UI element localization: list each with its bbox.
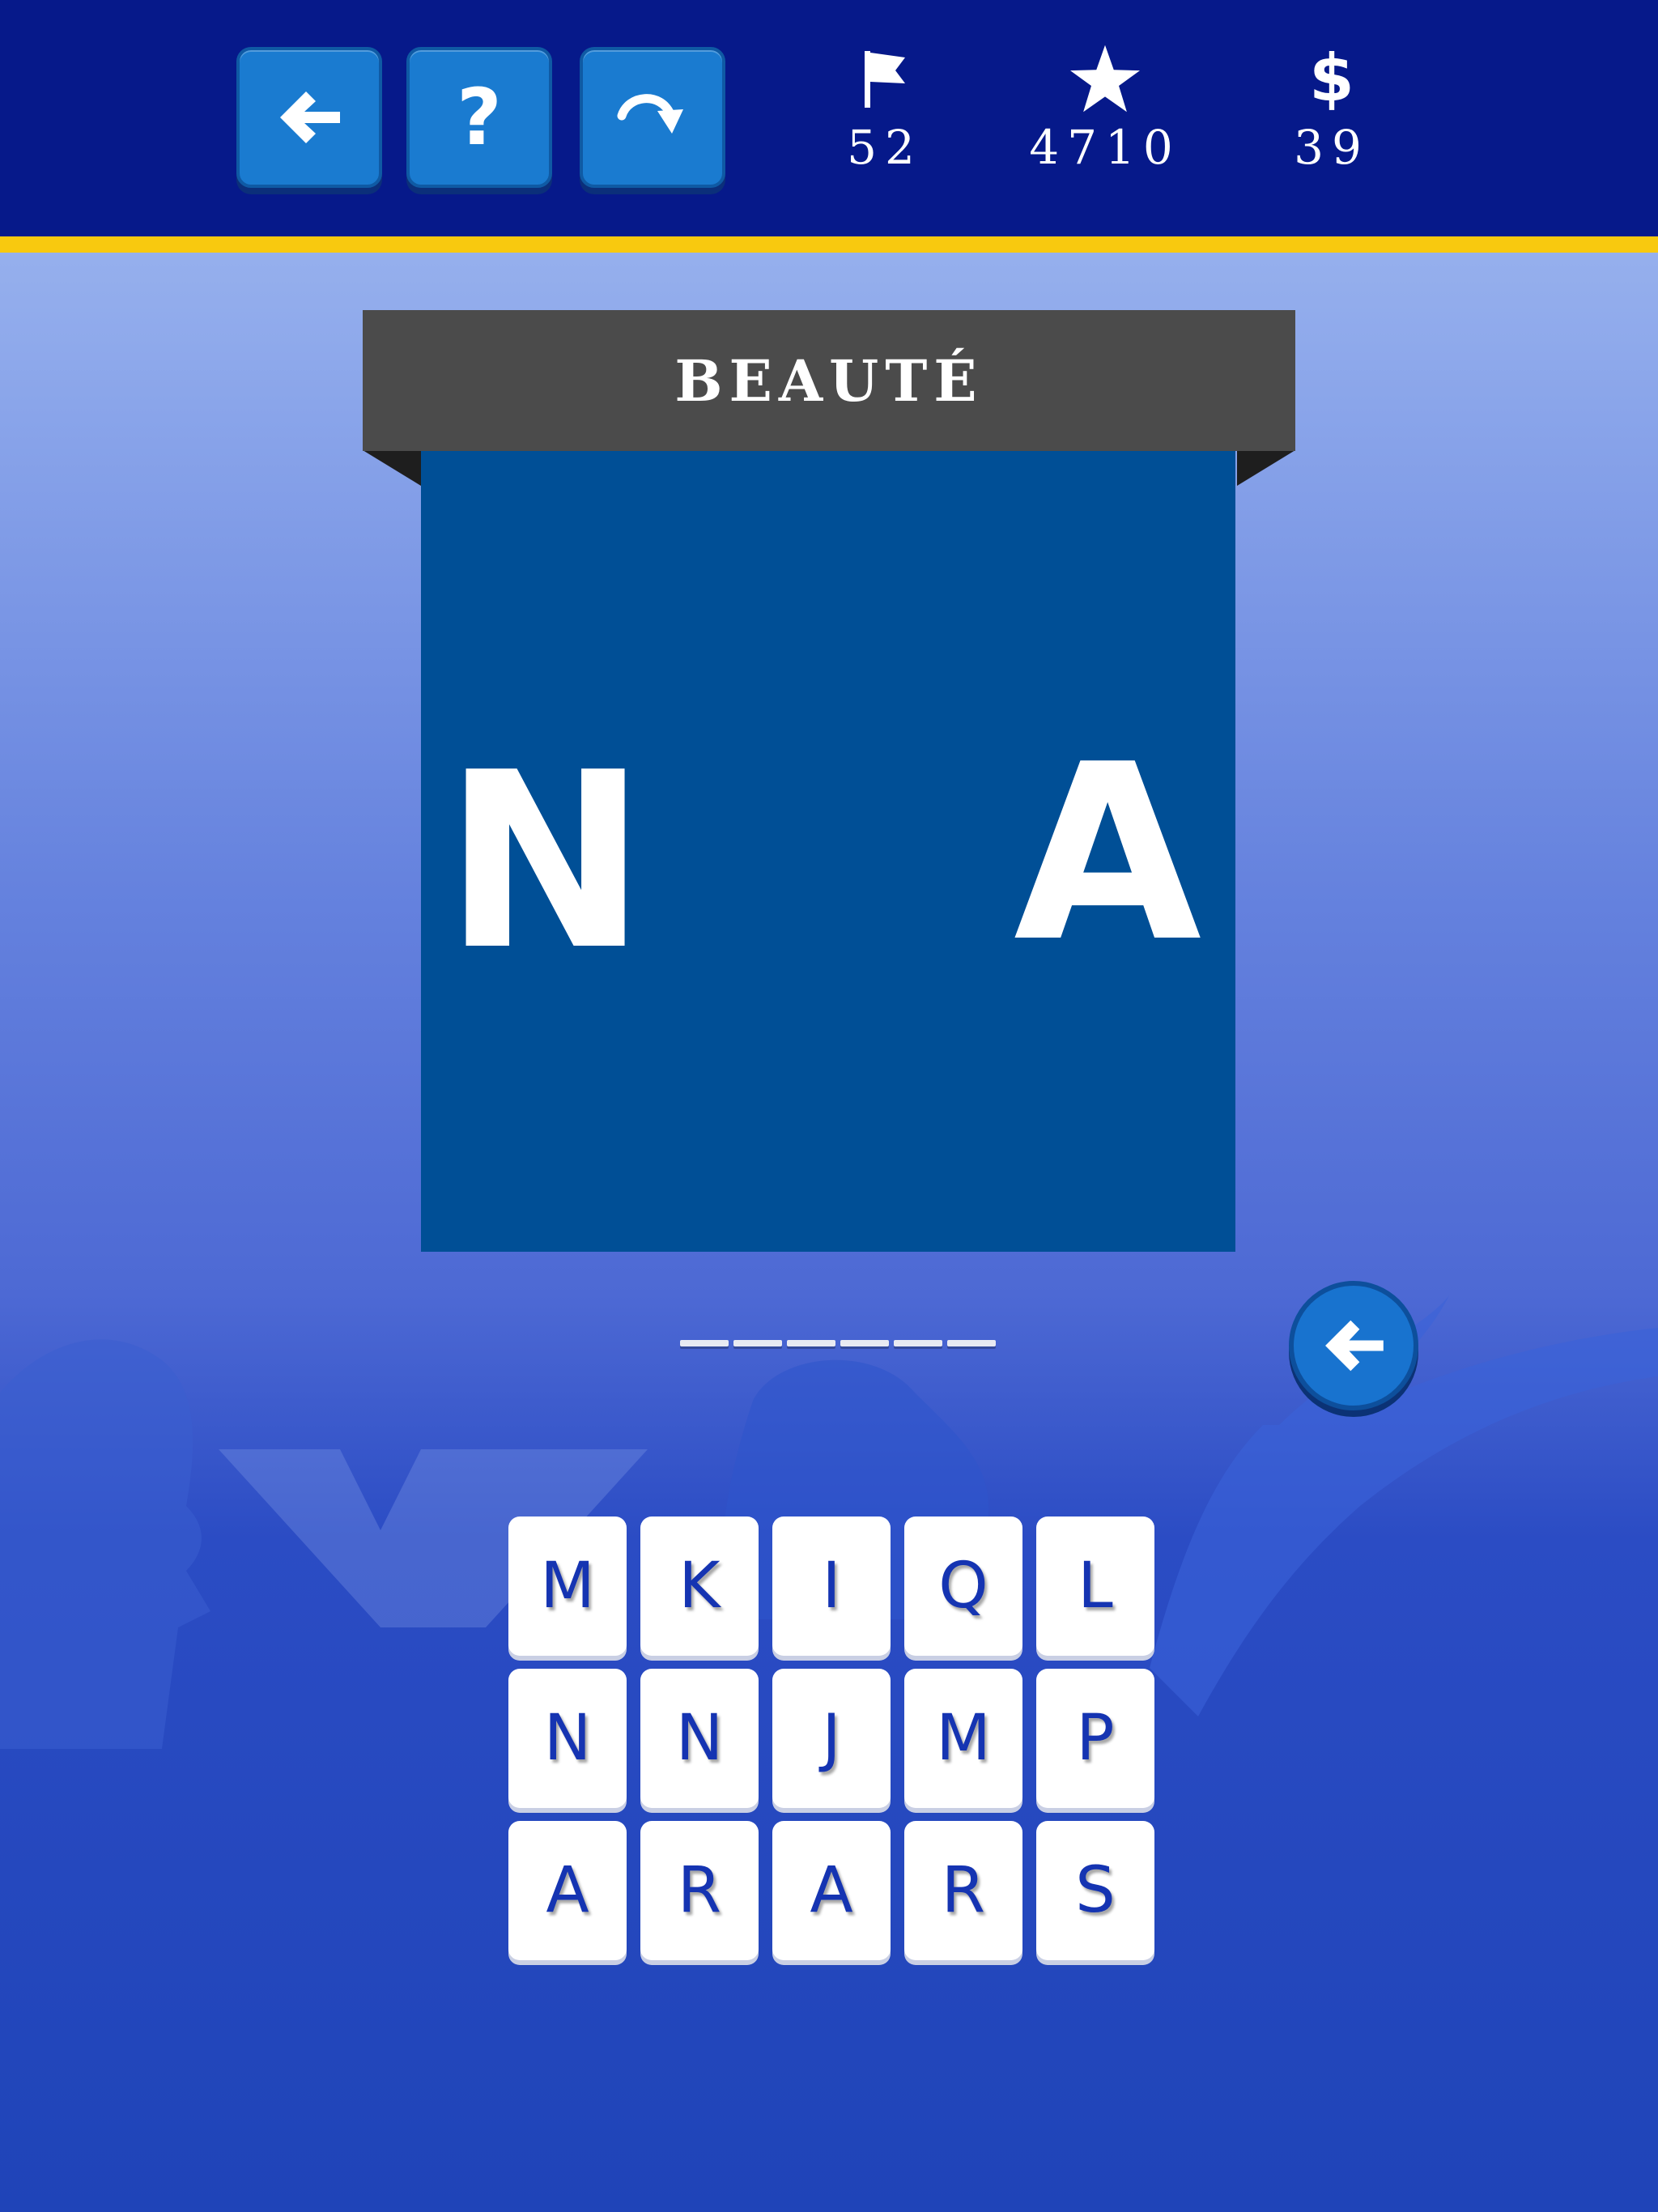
top-bar: ? 52 4710 $ 39 (0, 0, 1658, 253)
letter-keyboard: M K I Q L N N J M P A R A R S (508, 1516, 1156, 1960)
levels-count: 52 (847, 120, 923, 175)
stars-stat: 4710 (1016, 42, 1194, 175)
arrow-left-icon (280, 91, 340, 143)
letter-key[interactable]: R (640, 1821, 759, 1960)
category-title: BEAUTÉ (674, 347, 984, 415)
letter-key[interactable]: A (772, 1821, 891, 1960)
letter-key[interactable]: L (1036, 1516, 1154, 1656)
arrow-left-icon (1325, 1320, 1384, 1372)
levels-stat: 52 (796, 42, 974, 175)
coins-stat: $ 39 (1243, 40, 1421, 176)
letter-key[interactable]: A (508, 1821, 627, 1960)
skip-button[interactable] (580, 47, 725, 188)
coins-count: 39 (1294, 120, 1370, 175)
logo-letter-left: N (444, 721, 648, 1003)
letter-key[interactable]: N (640, 1669, 759, 1808)
hint-button[interactable]: ? (406, 47, 552, 188)
answer-slot[interactable] (947, 1340, 996, 1346)
category-banner: BEAUTÉ (363, 310, 1295, 451)
question-mark-icon: ? (457, 72, 502, 163)
answer-slot[interactable] (680, 1340, 729, 1346)
answer-slot[interactable] (894, 1340, 942, 1346)
letter-key[interactable]: S (1036, 1821, 1154, 1960)
letter-key[interactable]: K (640, 1516, 759, 1656)
back-button[interactable] (236, 47, 382, 188)
answer-slot[interactable] (733, 1340, 782, 1346)
curved-arrow-icon (617, 94, 683, 134)
logo-letter-right: A (1014, 713, 1202, 995)
letter-key[interactable]: J (772, 1669, 891, 1808)
answer-slots (680, 1340, 996, 1346)
logo-image: N A (421, 451, 1235, 1252)
flag-icon (865, 51, 905, 108)
letter-key[interactable]: P (1036, 1669, 1154, 1808)
letter-key[interactable]: M (904, 1669, 1022, 1808)
letter-key[interactable]: I (772, 1516, 891, 1656)
letter-key[interactable]: N (508, 1669, 627, 1808)
dollar-icon: $ (1309, 40, 1354, 116)
letter-key[interactable]: M (508, 1516, 627, 1656)
answer-slot[interactable] (840, 1340, 889, 1346)
letter-key[interactable]: Q (904, 1516, 1022, 1656)
stars-count: 4710 (1029, 120, 1181, 175)
answer-slot[interactable] (787, 1340, 835, 1346)
star-icon (1070, 45, 1140, 113)
delete-letter-button[interactable] (1289, 1281, 1418, 1410)
letter-key[interactable]: R (904, 1821, 1022, 1960)
